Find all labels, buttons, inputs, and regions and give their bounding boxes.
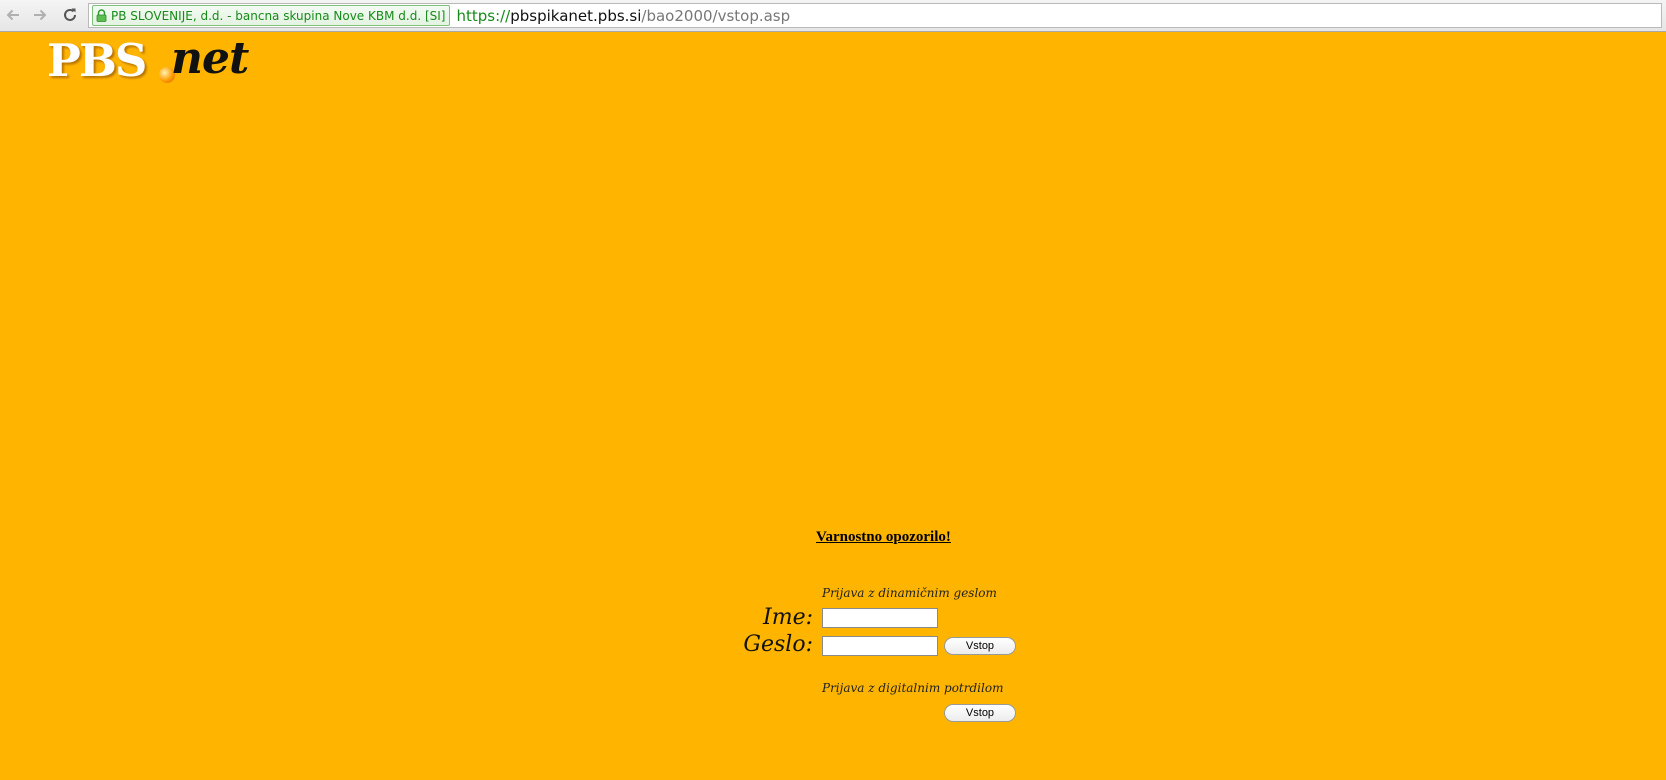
dynamic-login-title: Prijava z dinamičnim geslom (822, 586, 997, 600)
url-scheme: https:// (456, 6, 511, 25)
username-label: Ime: (763, 605, 813, 630)
certificate-login-title: Prijava z digitalnim potrdilom (822, 681, 1004, 695)
ev-certificate-badge[interactable]: PB SLOVENIJE, d.d. - bancna skupina Nove… (92, 5, 451, 26)
forward-button[interactable] (29, 4, 51, 26)
security-warning-link[interactable]: Varnostno opozorilo! (816, 529, 951, 546)
logo-brand-text: PBS (47, 34, 147, 87)
forward-arrow-icon (34, 9, 47, 21)
url-text[interactable]: https://pbspikanet.pbs.si/bao2000/vstop.… (456, 7, 790, 25)
username-input[interactable] (822, 608, 938, 628)
logo-suffix-text: net (171, 33, 249, 84)
browser-toolbar: PB SLOVENIJE, d.d. - bancna skupina Nove… (0, 0, 1666, 32)
pbs-net-logo: PBS net (47, 33, 287, 90)
reload-icon (64, 8, 76, 21)
certificate-login-submit-button[interactable]: Vstop (944, 704, 1016, 722)
dynamic-login-submit-button[interactable]: Vstop (944, 637, 1016, 655)
address-bar[interactable]: PB SLOVENIJE, d.d. - bancna skupina Nove… (88, 3, 1662, 28)
lock-icon (96, 9, 107, 22)
back-button[interactable] (2, 4, 24, 26)
url-path: /bao2000/vstop.asp (641, 6, 791, 25)
ev-certificate-label: PB SLOVENIJE, d.d. - bancna skupina Nove… (111, 8, 446, 23)
url-host: pbspikanet.pbs.si (510, 6, 642, 25)
password-input[interactable] (822, 636, 938, 656)
back-arrow-icon (6, 9, 19, 21)
reload-button[interactable] (59, 4, 81, 26)
password-label: Geslo: (743, 632, 813, 657)
